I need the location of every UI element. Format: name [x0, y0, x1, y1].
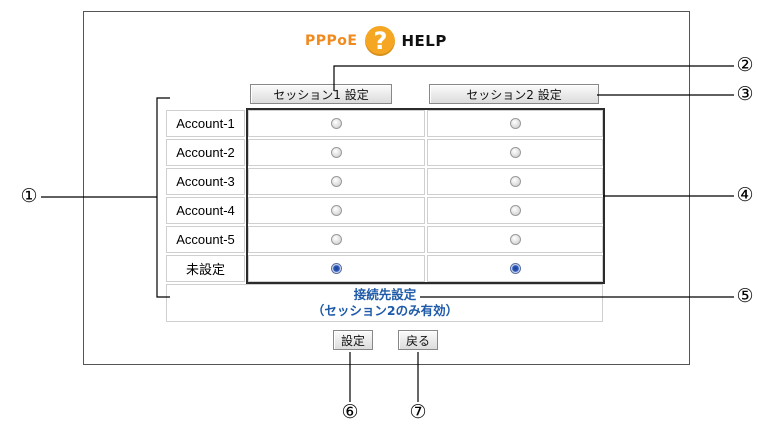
callout-5: ⑤	[736, 285, 754, 307]
callout-7: ⑦	[409, 401, 427, 423]
callout-4: ④	[736, 184, 754, 206]
callout-leaders	[41, 65, 734, 402]
callout-3: ③	[736, 83, 754, 105]
callout-6: ⑥	[341, 401, 359, 423]
callout-1: ①	[20, 185, 38, 207]
callout-2: ②	[736, 54, 754, 76]
